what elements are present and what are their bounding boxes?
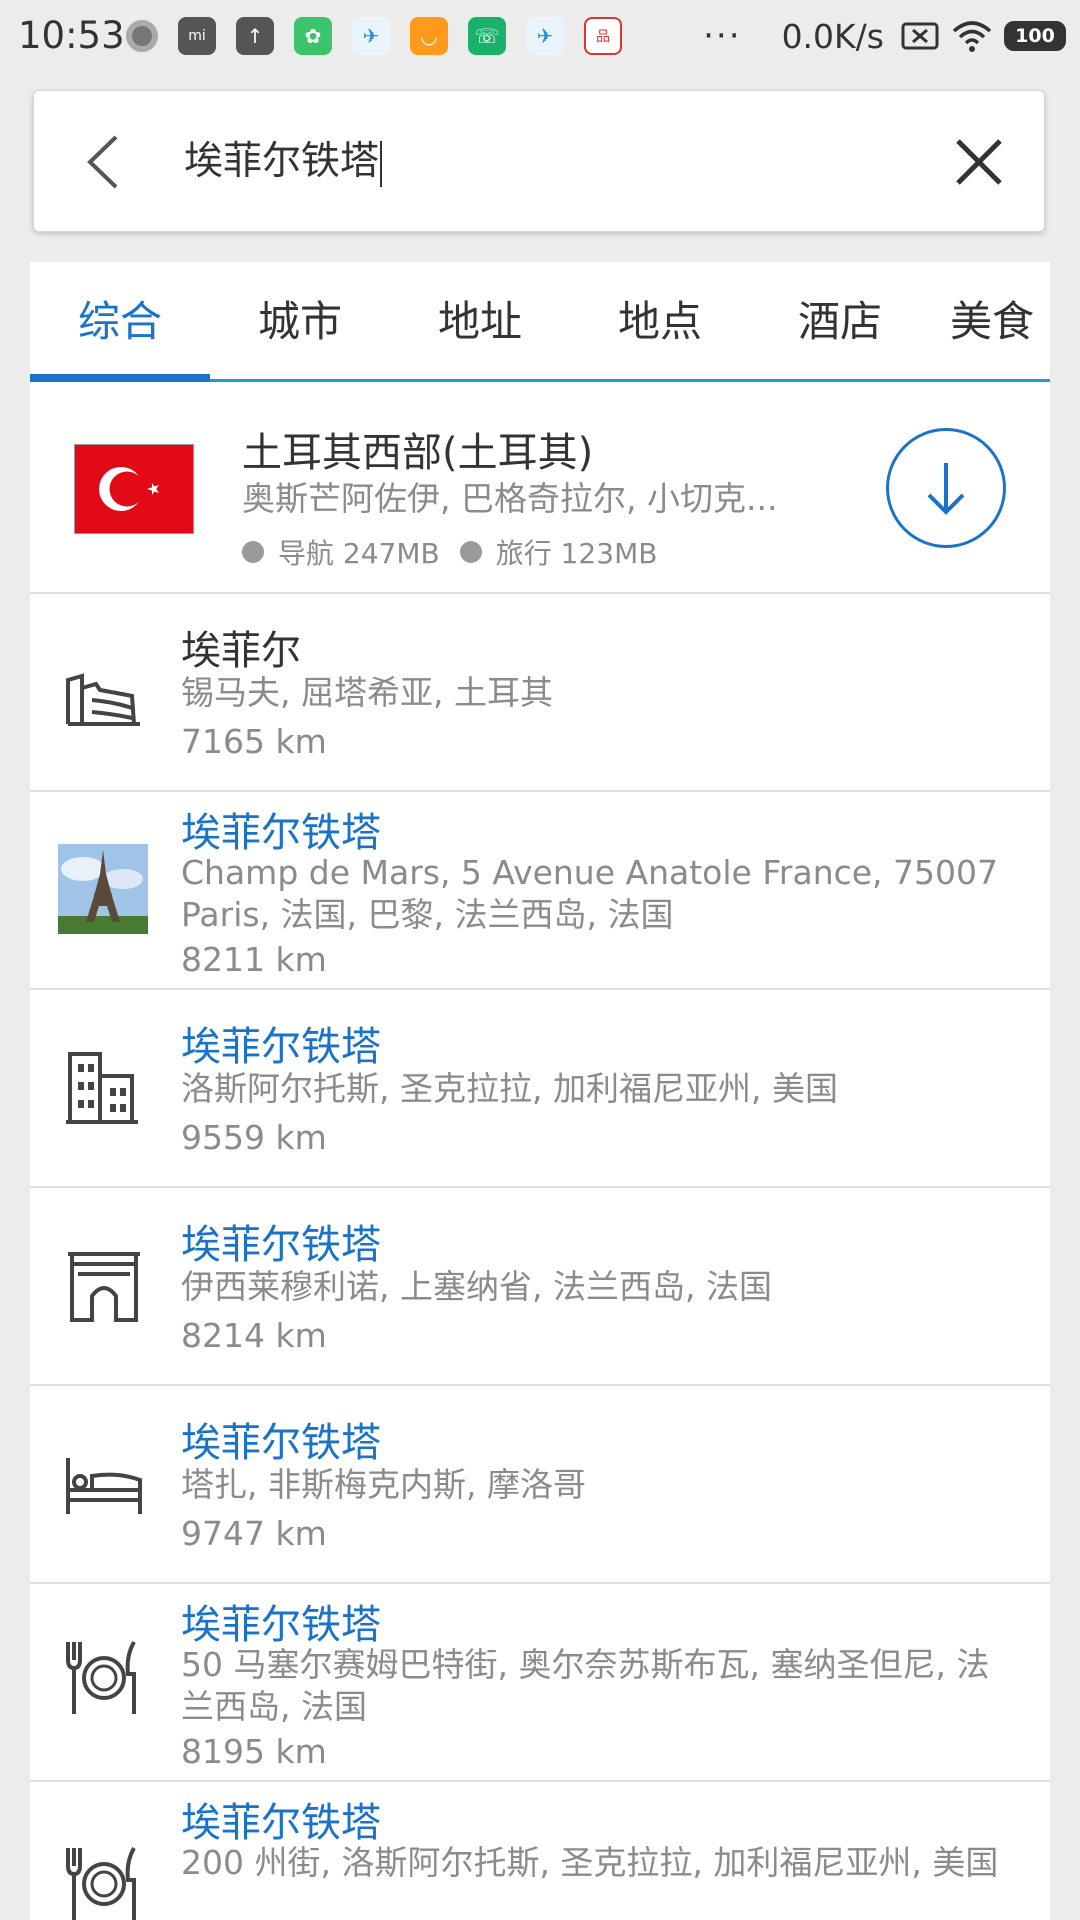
- net-speed: 0.0K/s: [781, 16, 884, 56]
- travel-size: 旅行 123MB: [495, 537, 658, 570]
- region-subtitle: 奥斯芒阿佐伊, 巴格奇拉尔, 小切克...: [242, 479, 778, 518]
- more-dots: ···: [703, 16, 742, 56]
- travel-dot-icon: [459, 541, 482, 563]
- result-address: 洛斯阿尔托斯, 圣克拉拉, 加利福尼亚州, 美国: [181, 1069, 838, 1108]
- result-address: 200 州街, 洛斯阿尔托斯, 圣克拉拉, 加利福尼亚州, 美国: [181, 1843, 999, 1882]
- tab-address[interactable]: 地址: [390, 262, 570, 379]
- result-item[interactable]: 埃菲尔铁塔 塔扎, 非斯梅克内斯, 摩洛哥 9747 km: [30, 1386, 1050, 1584]
- wifi-icon: [952, 21, 992, 52]
- result-title: 埃菲尔铁塔: [181, 1222, 381, 1268]
- app-plane2-icon: ✈: [526, 17, 564, 55]
- record-icon: [126, 20, 158, 52]
- result-item[interactable]: 埃菲尔 锡马夫, 屈塔希亚, 土耳其 7165 km: [30, 594, 1050, 792]
- region-download-row[interactable]: 土耳其西部(土耳其) 奥斯芒阿佐伊, 巴格奇拉尔, 小切克... 导航 247M…: [30, 382, 1050, 594]
- result-address: Champ de Mars, 5 Avenue Anatole France, …: [181, 853, 999, 934]
- nav-size: 导航 247MB: [278, 537, 440, 570]
- result-distance: 8211 km: [181, 940, 327, 979]
- factory-icon: [66, 673, 140, 726]
- result-distance: 9747 km: [181, 1514, 327, 1553]
- result-title: 埃菲尔铁塔: [181, 1602, 381, 1648]
- mi-icon: mi: [178, 17, 216, 55]
- result-item[interactable]: 埃菲尔铁塔 Champ de Mars, 5 Avenue Anatole Fr…: [30, 792, 1050, 990]
- search-input[interactable]: 埃菲尔铁塔: [184, 131, 944, 193]
- app-chat-icon: ☏: [468, 17, 506, 55]
- region-title: 土耳其西部(土耳其): [242, 430, 594, 476]
- nav-dot-icon: [242, 541, 264, 563]
- result-distance: 9559 km: [181, 1118, 327, 1157]
- upload-icon: ↑: [236, 17, 274, 55]
- category-tabs: 综合 城市 地址 地点 酒店 美食: [30, 262, 1050, 382]
- result-title: 埃菲尔铁塔: [181, 810, 381, 856]
- result-distance: 8214 km: [181, 1316, 327, 1355]
- arch-icon: [68, 1252, 140, 1322]
- tab-place[interactable]: 地点: [570, 262, 750, 379]
- restaurant-icon: [66, 1847, 136, 1920]
- tab-city[interactable]: 城市: [210, 262, 390, 379]
- search-query: 埃菲尔铁塔: [184, 139, 380, 184]
- result-item[interactable]: 埃菲尔铁塔 洛斯阿尔托斯, 圣克拉拉, 加利福尼亚州, 美国 9559 km: [30, 990, 1050, 1188]
- battery-icon: 100: [1004, 21, 1066, 51]
- result-title: 埃菲尔: [181, 628, 301, 674]
- active-tab-indicator: [30, 374, 210, 382]
- result-address: 锡马夫, 屈塔希亚, 土耳其: [181, 673, 553, 712]
- app-orange-icon: ◡: [410, 17, 448, 55]
- download-button[interactable]: [886, 428, 1006, 548]
- status-bar: 10:53 mi ↑ ✿ ✈ ◡ ☏ ✈ 品 ··· 0.0K/s 100: [0, 0, 1080, 74]
- result-item[interactable]: 埃菲尔铁塔 200 州街, 洛斯阿尔托斯, 圣克拉拉, 加利福尼亚州, 美国: [30, 1782, 1050, 1920]
- result-title: 埃菲尔铁塔: [181, 1800, 381, 1846]
- results-panel: 综合 城市 地址 地点 酒店 美食 土耳其西部(土耳其) 奥斯芒阿佐伊, 巴格奇…: [30, 262, 1050, 1920]
- turkey-flag-icon: [74, 444, 194, 534]
- result-address: 50 马塞尔赛姆巴特街, 奥尔奈苏斯布瓦, 塞纳圣但尼, 法兰西岛, 法国: [181, 1645, 990, 1726]
- region-sizes: 导航 247MB 旅行 123MB: [242, 532, 657, 572]
- result-address: 伊西莱穆利诺, 上塞纳省, 法兰西岛, 法国: [181, 1267, 772, 1306]
- buildings-icon: [66, 1052, 138, 1124]
- search-bar: 埃菲尔铁塔: [33, 90, 1045, 232]
- restaurant-icon: [66, 1641, 136, 1714]
- clear-button[interactable]: [950, 133, 1008, 191]
- sim-off-icon: [901, 22, 939, 50]
- result-title: 埃菲尔铁塔: [181, 1024, 381, 1070]
- eiffel-photo: [58, 844, 148, 934]
- tab-all[interactable]: 综合: [30, 262, 210, 379]
- status-time: 10:53: [18, 14, 125, 57]
- result-distance: 8195 km: [181, 1732, 327, 1771]
- result-item[interactable]: 埃菲尔铁塔 50 马塞尔赛姆巴特街, 奥尔奈苏斯布瓦, 塞纳圣但尼, 法兰西岛,…: [30, 1584, 1050, 1782]
- result-item[interactable]: 埃菲尔铁塔 伊西莱穆利诺, 上塞纳省, 法兰西岛, 法国 8214 km: [30, 1188, 1050, 1386]
- result-title: 埃菲尔铁塔: [181, 1420, 381, 1466]
- result-distance: 7165 km: [181, 722, 327, 761]
- status-right: ··· 0.0K/s 100: [703, 16, 1066, 56]
- app-youpin-icon: 品: [584, 17, 622, 55]
- tab-food[interactable]: 美食: [930, 262, 1050, 379]
- result-address: 塔扎, 非斯梅克内斯, 摩洛哥: [181, 1465, 586, 1504]
- app-green-icon: ✿: [294, 17, 332, 55]
- back-button[interactable]: [76, 131, 138, 193]
- app-plane-icon: ✈: [352, 17, 390, 55]
- notification-icons: mi ↑ ✿ ✈ ◡ ☏ ✈ 品: [126, 16, 642, 56]
- tab-hotel[interactable]: 酒店: [750, 262, 930, 379]
- bed-icon: [66, 1458, 142, 1514]
- text-caret: [380, 140, 383, 187]
